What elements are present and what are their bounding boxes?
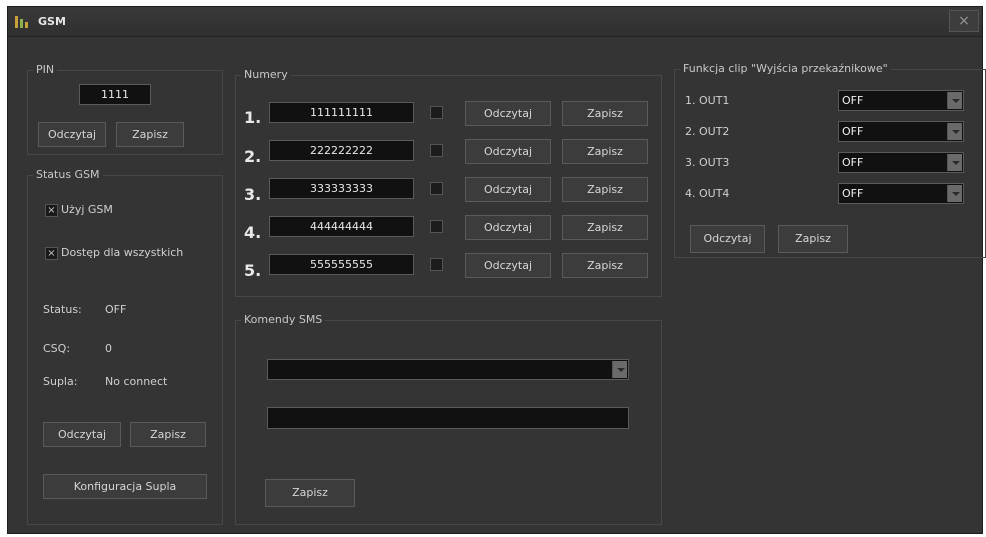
clip-read-button[interactable]: Odczytaj [690,225,765,253]
number-index: 5. [244,261,262,280]
output-select[interactable]: OFF [838,152,964,173]
output-select-value: OFF [842,187,864,200]
number-checkbox[interactable] [430,106,443,119]
chevron-down-icon[interactable] [947,154,962,171]
chevron-down-icon[interactable] [947,92,962,109]
clip-function-group-label: Funkcja clip "Wyjścia przekaźnikowe" [680,62,891,75]
number-read-button[interactable]: Odczytaj [465,101,551,126]
output-label: 4. OUT4 [685,187,730,200]
pin-save-button[interactable]: Zapisz [116,122,184,147]
supla-config-button[interactable]: Konfiguracja Supla [43,474,207,499]
status-value: OFF [105,303,127,316]
csq-value: 0 [105,342,112,355]
number-save-button[interactable]: Zapisz [562,139,648,164]
clip-function-group: Funkcja clip "Wyjścia przekaźnikowe" 1. … [674,62,986,258]
pin-input[interactable]: 1111 [79,84,151,105]
number-save-button[interactable]: Zapisz [562,215,648,240]
gsm-app-icon [15,16,28,28]
sms-command-input[interactable] [267,407,629,429]
clip-save-button[interactable]: Zapisz [778,225,848,253]
status-gsm-group: Status GSM × Użyj GSM × Dostęp dla wszys… [27,168,223,525]
status-gsm-group-label: Status GSM [33,168,103,181]
use-gsm-label: Użyj GSM [61,203,113,216]
output-select-value: OFF [842,156,864,169]
access-all-checkbox[interactable]: × [45,247,58,260]
status-read-button[interactable]: Odczytaj [43,422,121,447]
output-select-value: OFF [842,125,864,138]
number-save-button[interactable]: Zapisz [562,101,648,126]
supla-key: Supla: [43,375,78,388]
number-checkbox[interactable] [430,182,443,195]
gsm-window: GSM × PIN 1111 Odczytaj Zapisz Status GS… [7,6,986,534]
phone-number-input[interactable]: 555555555 [269,254,414,275]
phone-number-input[interactable]: 111111111 [269,102,414,123]
sms-commands-group: Komendy SMS Zapisz [235,313,662,525]
sms-commands-group-label: Komendy SMS [241,313,326,326]
numbers-group: Numery 1. 111111111 Odczytaj Zapisz 2. 2… [235,68,662,297]
csq-key: CSQ: [43,342,71,355]
pin-read-button[interactable]: Odczytaj [38,122,106,147]
sms-command-select[interactable] [267,359,629,380]
sms-save-button[interactable]: Zapisz [265,479,355,507]
number-read-button[interactable]: Odczytaj [465,139,551,164]
status-save-button[interactable]: Zapisz [130,422,206,447]
status-key: Status: [43,303,82,316]
pin-group: PIN 1111 Odczytaj Zapisz [27,63,223,155]
output-label: 1. OUT1 [685,94,730,107]
close-icon[interactable]: × [949,10,979,32]
number-save-button[interactable]: Zapisz [562,177,648,202]
output-select-value: OFF [842,94,864,107]
phone-number-input[interactable]: 222222222 [269,140,414,161]
supla-value: No connect [105,375,168,388]
number-read-button[interactable]: Odczytaj [465,253,551,278]
output-select[interactable]: OFF [838,90,964,111]
title-bar: GSM × [8,7,982,37]
chevron-down-icon[interactable] [947,123,962,140]
use-gsm-checkbox[interactable]: × [45,204,58,217]
number-checkbox[interactable] [430,220,443,233]
number-index: 1. [244,108,262,127]
chevron-down-icon[interactable] [612,361,627,378]
number-index: 4. [244,223,262,242]
window-title: GSM [38,15,66,28]
access-all-label: Dostęp dla wszystkich [61,246,184,259]
number-checkbox[interactable] [430,144,443,157]
output-select[interactable]: OFF [838,121,964,142]
number-read-button[interactable]: Odczytaj [465,215,551,240]
pin-group-label: PIN [33,63,58,76]
numbers-group-label: Numery [241,68,291,81]
output-select[interactable]: OFF [838,183,964,204]
phone-number-input[interactable]: 333333333 [269,178,414,199]
number-read-button[interactable]: Odczytaj [465,177,551,202]
chevron-down-icon[interactable] [947,185,962,202]
phone-number-input[interactable]: 444444444 [269,216,414,237]
output-label: 3. OUT3 [685,156,730,169]
number-checkbox[interactable] [430,258,443,271]
number-index: 3. [244,185,262,204]
number-save-button[interactable]: Zapisz [562,253,648,278]
number-index: 2. [244,147,262,166]
output-label: 2. OUT2 [685,125,730,138]
